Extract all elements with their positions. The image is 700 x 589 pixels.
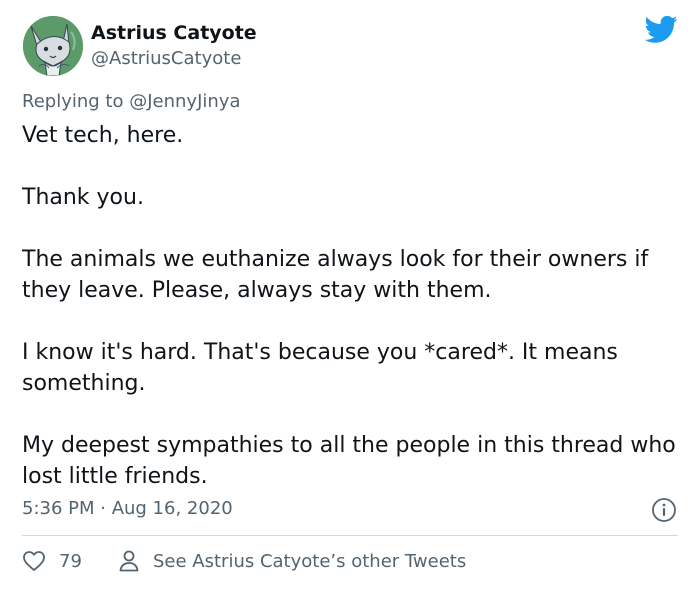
tweet-text: Vet tech, here. Thank you. The animals w… <box>22 120 690 492</box>
like-button[interactable]: 79 <box>22 549 82 573</box>
twitter-bird-icon[interactable] <box>645 15 678 44</box>
info-icon[interactable] <box>651 497 677 523</box>
author-display-name[interactable]: Astrius Catyote <box>91 22 257 44</box>
replying-to-line: Replying to @JennyJinya <box>22 91 240 112</box>
reply-mention-link[interactable]: @JennyJinya <box>129 91 240 112</box>
like-count: 79 <box>59 550 82 572</box>
heart-icon <box>23 551 45 571</box>
author-handle[interactable]: @AstriusCatyote <box>91 48 241 69</box>
tweet-paragraph: My deepest sympathies to all the people … <box>22 433 676 489</box>
fox-character-avatar-icon <box>23 16 83 76</box>
see-other-tweets-link[interactable]: See Astrius Catyote’s other Tweets <box>118 549 466 573</box>
tweet-paragraph: The animals we euthanize always look for… <box>22 247 649 303</box>
tweet-card: Astrius Catyote @AstriusCatyote Replying… <box>0 0 700 589</box>
divider <box>22 535 678 536</box>
tweet-timestamp[interactable]: 5:36 PM · Aug 16, 2020 <box>22 498 233 519</box>
tweet-paragraph: Thank you. <box>22 185 144 210</box>
tweet-paragraph: Vet tech, here. <box>22 123 184 148</box>
avatar[interactable] <box>23 16 83 76</box>
tweet-paragraph: I know it's hard. That's because you *ca… <box>22 340 618 396</box>
person-icon <box>119 550 139 572</box>
replying-to-prefix: Replying to <box>22 91 124 112</box>
see-other-tweets-label: See Astrius Catyote’s other Tweets <box>153 550 467 572</box>
